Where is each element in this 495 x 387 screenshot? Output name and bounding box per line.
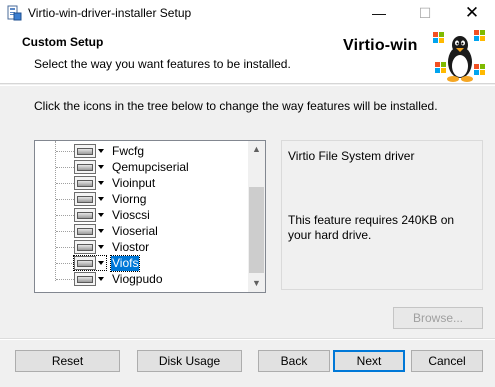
tree-item-label[interactable]: Vioscsi: [111, 208, 151, 223]
dropdown-arrow-icon: [98, 181, 104, 185]
tree-branch: [56, 183, 74, 184]
tree-item-label[interactable]: Viostor: [111, 240, 150, 255]
dropdown-arrow-icon: [98, 197, 104, 201]
scroll-down-icon[interactable]: ▼: [248, 275, 265, 292]
feature-name: Virtio File System driver: [288, 149, 415, 163]
tree-branch: [56, 231, 74, 232]
dropdown-arrow-icon: [98, 213, 104, 217]
tree-item[interactable]: Viorng: [35, 191, 247, 207]
dropdown-arrow-icon: [98, 245, 104, 249]
tree-item[interactable]: Viogpudo: [35, 271, 247, 287]
footer-divider-highlight: [0, 339, 495, 340]
tree-item[interactable]: Vioinput: [35, 175, 247, 191]
page-title: Custom Setup: [22, 35, 104, 49]
title-bar: Virtio-win-driver-installer Setup — ☐ ✕: [0, 0, 495, 26]
tree-branch: [56, 279, 74, 280]
dropdown-arrow-icon: [98, 277, 104, 281]
tree-branch: [56, 215, 74, 216]
back-button[interactable]: Back: [258, 350, 330, 372]
dropdown-arrow-icon: [98, 229, 104, 233]
drive-icon[interactable]: [74, 272, 106, 286]
tree-branch: [56, 167, 74, 168]
drive-icon[interactable]: [74, 160, 106, 174]
tree-item-label[interactable]: Fwcfg: [111, 144, 145, 159]
scroll-thumb[interactable]: [249, 187, 264, 273]
minimize-button[interactable]: —: [356, 0, 402, 26]
tree-item-label[interactable]: Viorng: [111, 192, 147, 207]
tree-item[interactable]: Vioserial: [35, 223, 247, 239]
banner-divider: [0, 85, 495, 86]
tree-branch: [56, 199, 74, 200]
header-banner: Custom Setup Select the way you want fea…: [0, 26, 495, 84]
disk-usage-button[interactable]: Disk Usage: [137, 350, 242, 372]
dropdown-arrow-icon: [98, 165, 104, 169]
tree-branch: [56, 263, 74, 264]
tree-item-label[interactable]: Qemupciserial: [111, 160, 190, 175]
installer-icon: [7, 5, 22, 21]
page-subtitle: Select the way you want features to be i…: [34, 57, 291, 71]
drive-icon[interactable]: [74, 176, 106, 190]
tree-branch: [56, 247, 74, 248]
tree-item[interactable]: Qemupciserial: [35, 159, 247, 175]
dropdown-arrow-icon: [98, 261, 104, 265]
brand-name: Virtio-win: [343, 37, 418, 54]
close-button[interactable]: ✕: [449, 0, 495, 26]
dropdown-arrow-icon: [98, 149, 104, 153]
tux-windows-logo: [433, 30, 485, 82]
browse-button: Browse...: [393, 307, 483, 329]
tree-item-label[interactable]: Viogpudo: [111, 272, 164, 287]
feature-requirement: This feature requires 240KB on your hard…: [288, 213, 455, 242]
tree-item[interactable]: Fwcfg: [35, 143, 247, 159]
tree-item-label[interactable]: Vioinput: [111, 176, 156, 191]
tree-branch: [56, 151, 74, 152]
cancel-button[interactable]: Cancel: [411, 350, 483, 372]
next-button[interactable]: Next: [333, 350, 405, 372]
tree-item-label[interactable]: Vioserial: [111, 224, 159, 239]
maximize-button: ☐: [418, 5, 432, 21]
tree-item[interactable]: Vioscsi: [35, 207, 247, 223]
tree-item-label[interactable]: Viofs: [109, 255, 141, 272]
feature-tree[interactable]: Fwcfg Qemupciserial Vioinput Viorng Vios…: [34, 140, 266, 293]
drive-icon[interactable]: [74, 208, 106, 222]
feature-description-panel: Virtio File System driver This feature r…: [281, 140, 483, 290]
drive-icon[interactable]: [74, 144, 106, 158]
tree-item[interactable]: Viostor: [35, 239, 247, 255]
drive-icon[interactable]: [74, 192, 106, 206]
scroll-up-icon[interactable]: ▲: [248, 141, 265, 158]
drive-icon[interactable]: [73, 255, 107, 271]
instructions-text: Click the icons in the tree below to cha…: [34, 99, 438, 113]
drive-icon[interactable]: [74, 224, 106, 238]
drive-icon[interactable]: [74, 240, 106, 254]
tree-scrollbar[interactable]: ▲ ▼: [248, 141, 265, 292]
tree-item-selected[interactable]: Viofs: [35, 255, 247, 272]
reset-button[interactable]: Reset: [15, 350, 120, 372]
window-title: Virtio-win-driver-installer Setup: [28, 6, 192, 20]
